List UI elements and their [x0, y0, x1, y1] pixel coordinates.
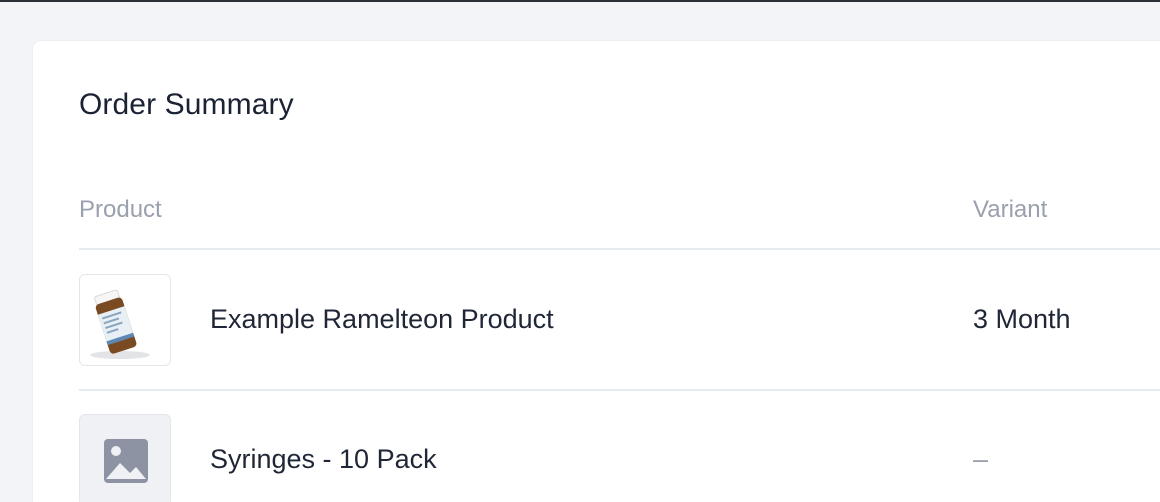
product-name: Example Ramelteon Product [210, 304, 554, 334]
product-thumbnail[interactable] [79, 274, 171, 366]
table-row: Example Ramelteon Product 3 Month [79, 274, 1160, 366]
column-header-variant: Variant [973, 196, 1048, 223]
order-summary-card: Order Summary Product Variant Example Ra… [33, 41, 1160, 502]
image-placeholder-icon [104, 439, 148, 483]
medicine-bottle-image [90, 289, 150, 359]
top-border [0, 0, 1160, 2]
column-header-product: Product [79, 196, 162, 223]
product-thumbnail[interactable] [79, 414, 171, 502]
card-title: Order Summary [79, 88, 294, 121]
header-divider [79, 248, 1160, 250]
row-divider [79, 389, 1160, 391]
product-variant: – [973, 444, 989, 474]
product-variant: 3 Month [973, 304, 1071, 334]
product-name: Syringes - 10 Pack [210, 444, 437, 474]
table-row: Syringes - 10 Pack – [79, 414, 1160, 502]
